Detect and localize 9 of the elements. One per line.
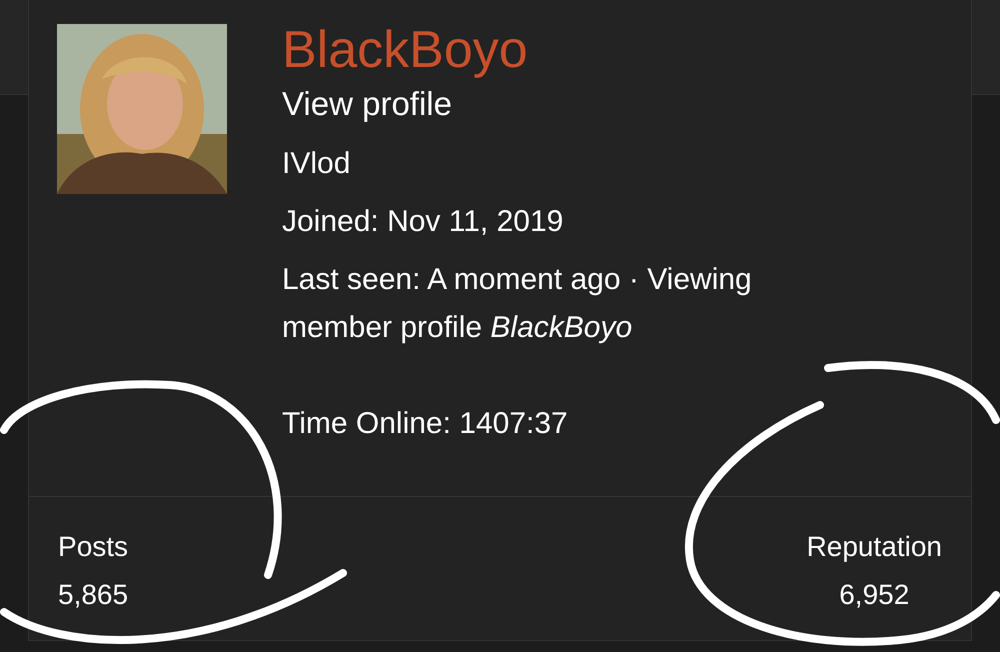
view-profile-link[interactable]: View profile [282, 86, 842, 122]
stat-value: 5,865 [58, 578, 128, 612]
stat-label: Posts [58, 530, 128, 564]
joined-date: Joined: Nov 11, 2019 [282, 204, 564, 240]
time-online: Time Online: 1407:37 [282, 406, 569, 442]
group-label: IVlod [282, 146, 352, 182]
stat-value: 6,952 [838, 578, 910, 612]
last-seen-text: Last seen: A moment ago · Viewing member profile BlackBoyo [282, 262, 753, 346]
stat-label: Reputation [806, 530, 942, 564]
